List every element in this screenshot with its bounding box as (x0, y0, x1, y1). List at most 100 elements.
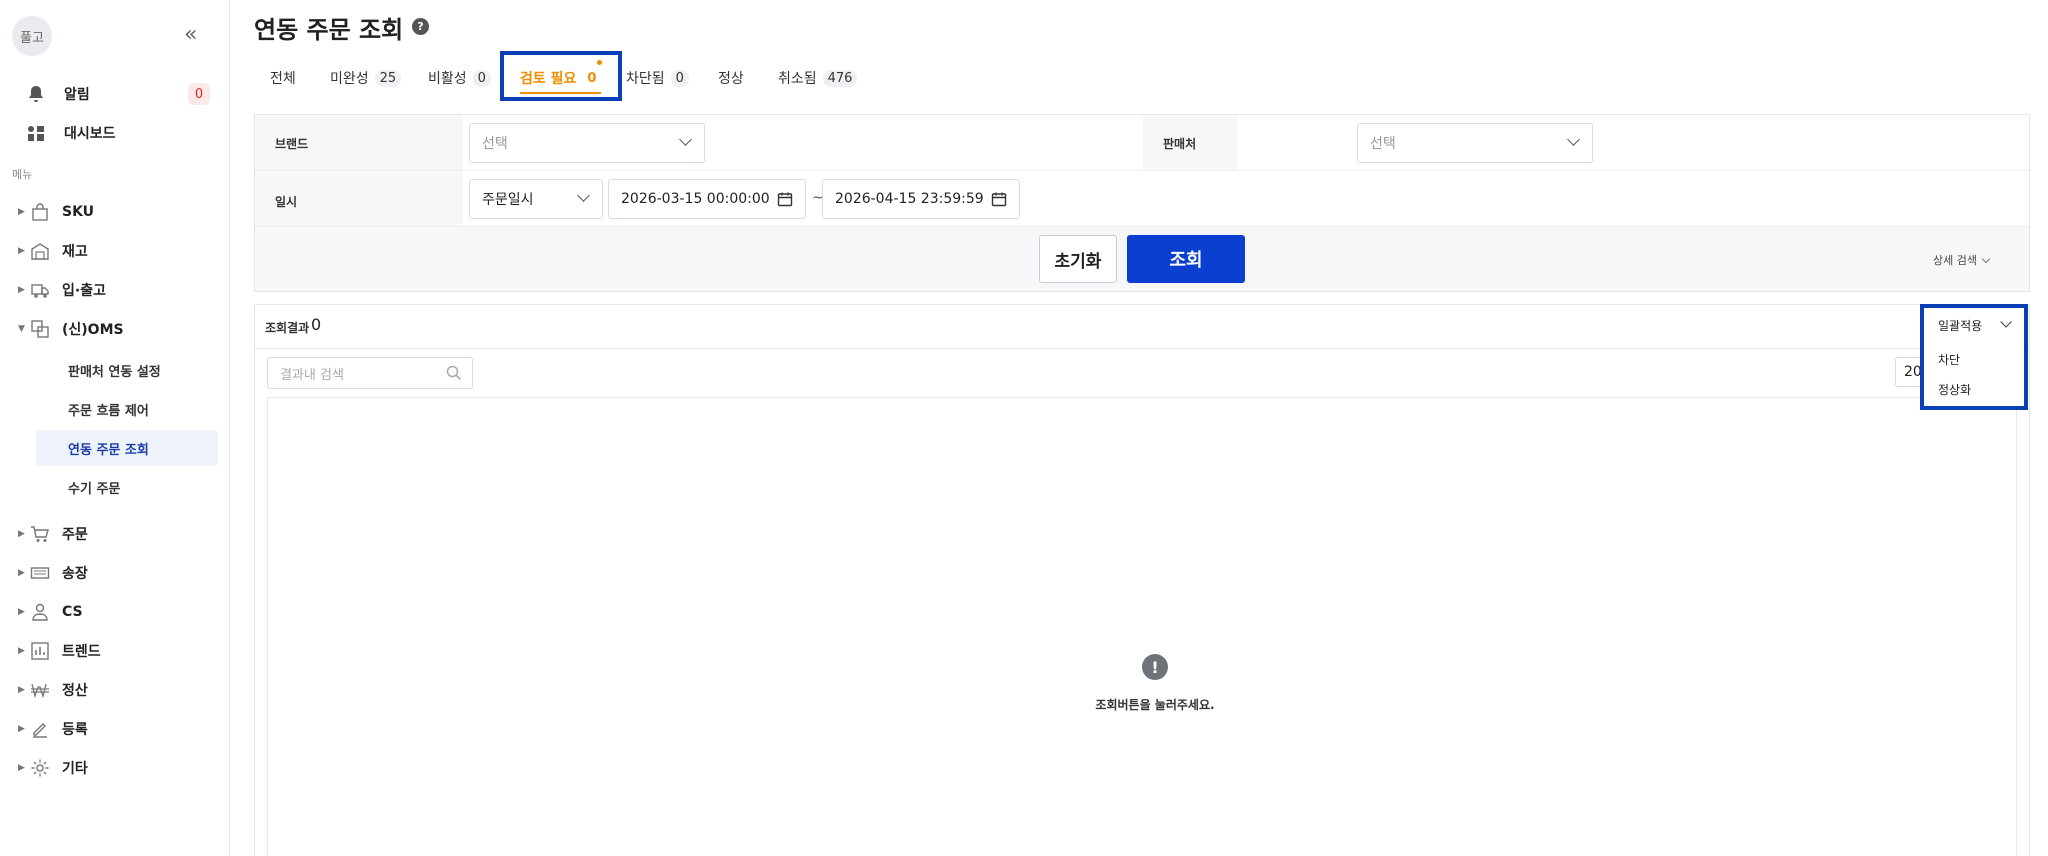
detail-search-toggle[interactable]: 상세 검색 (1933, 252, 1991, 268)
date-type-select[interactable]: 주문일시 (469, 179, 603, 219)
brand-select[interactable]: 선택 (469, 123, 705, 163)
bulk-apply-label: 일괄적용 (1938, 318, 1983, 333)
date-from-value: 2026-03-15 00:00:00 (621, 191, 770, 207)
menu-caption: 메뉴 (12, 168, 33, 181)
sidebar-item-label: 등록 (62, 722, 88, 738)
sync-icon (31, 320, 49, 338)
sidebar-item-invoice[interactable]: ▶ 송장 (0, 555, 230, 591)
bulk-apply-button[interactable]: 일괄적용 (1922, 306, 2026, 344)
tab-label: 검토 필요 (520, 71, 577, 87)
sidebar-item-alarm[interactable]: 알림 0 (0, 76, 230, 112)
search-button[interactable]: 조회 (1127, 235, 1245, 283)
chevron-down-icon (577, 189, 590, 202)
chevron-down-icon (2000, 316, 2012, 328)
date-label: 일시 (275, 195, 298, 209)
caret-down-icon: ▼ (18, 324, 25, 334)
dashboard-icon (28, 126, 44, 141)
sidebar-item-settlement[interactable]: ▶ 정산 (0, 672, 230, 708)
collapse-sidebar-icon[interactable]: « (184, 22, 197, 47)
sidebar-item-label: 송장 (62, 566, 88, 582)
tab-count: 0 (587, 70, 597, 86)
tab-all[interactable]: 전체 (270, 56, 296, 100)
bag-icon (32, 203, 48, 221)
caret-right-icon: ▶ (18, 285, 25, 295)
sidebar-item-inout[interactable]: ▶ 입·출고 (0, 272, 230, 308)
sidebar-sub-seller-link-settings[interactable]: 판매처 연동 설정 (36, 352, 218, 388)
calendar-icon[interactable] (991, 191, 1007, 207)
tab-review-needed[interactable]: 검토 필요 0 (520, 56, 602, 100)
sidebar-item-inventory[interactable]: ▶ 재고 (0, 233, 230, 269)
caret-right-icon: ▶ (18, 685, 25, 695)
sidebar-item-label: CS (62, 604, 83, 620)
sidebar-item-etc[interactable]: ▶ 기타 (0, 750, 230, 786)
tab-count: 25 (374, 69, 402, 87)
sidebar-sub-manual-order[interactable]: 수기 주문 (36, 469, 218, 505)
chevron-down-icon (1981, 254, 1991, 263)
sidebar-item-label: (신)OMS (62, 322, 124, 338)
caret-right-icon: ▶ (18, 763, 25, 773)
filter-row-brand: 브랜드 선택 판매처 선택 (255, 115, 2029, 171)
calendar-icon[interactable] (777, 191, 793, 207)
tab-label: 차단됨 (626, 71, 665, 87)
alarm-count-badge: 0 (188, 83, 210, 105)
sidebar-sub-linked-order-lookup[interactable]: 연동 주문 조회 (36, 430, 218, 466)
sidebar-item-sku[interactable]: ▶ SKU (0, 194, 230, 230)
sidebar-item-label: 입·출고 (62, 283, 106, 299)
caret-right-icon: ▶ (18, 646, 25, 656)
empty-message: 조회버튼을 눌러주세요. (1095, 698, 1215, 712)
tab-label: 비활성 (428, 71, 467, 87)
seller-select[interactable]: 선택 (1357, 123, 1593, 163)
date-to-input[interactable]: 2026-04-15 23:59:59 (822, 179, 1020, 219)
sidebar-item-orders[interactable]: ▶ 주문 (0, 516, 230, 552)
cart-icon (31, 526, 49, 542)
sidebar-item-label: 기타 (62, 761, 88, 777)
tab-cancelled[interactable]: 취소됨 476 (778, 56, 858, 100)
chevron-down-icon (679, 133, 692, 146)
help-icon[interactable]: ? (412, 18, 429, 35)
date-from-input[interactable]: 2026-03-15 00:00:00 (608, 179, 806, 219)
sidebar-item-trend[interactable]: ▶ 트렌드 (0, 633, 230, 669)
brand-select-value: 선택 (482, 136, 508, 152)
date-type-value: 주문일시 (482, 192, 534, 208)
result-search-input[interactable]: 결과내 검색 (267, 357, 473, 389)
sidebar-item-label: 정산 (62, 683, 88, 699)
pencil-icon (33, 723, 47, 738)
bulk-option-normalize[interactable]: 정상화 (1922, 374, 2026, 404)
bell-icon (29, 86, 43, 102)
brand-label: 브랜드 (275, 137, 309, 151)
sidebar-item-label: 알림 (64, 87, 90, 103)
results-label: 조회결과 (265, 321, 310, 335)
tab-count: 0 (472, 69, 491, 87)
seller-select-value: 선택 (1370, 136, 1396, 152)
tab-label: 취소됨 (778, 71, 817, 87)
sidebar-item-register[interactable]: ▶ 등록 (0, 711, 230, 747)
tab-blocked[interactable]: 차단됨 0 (626, 56, 689, 100)
tab-inactive[interactable]: 비활성 0 (428, 56, 491, 100)
search-icon[interactable] (446, 365, 462, 381)
tab-label: 미완성 (330, 71, 369, 87)
tab-normal[interactable]: 정상 (718, 56, 744, 100)
results-grid: ! 조회버튼을 눌러주세요. (267, 397, 2017, 856)
sidebar-item-label: 트렌드 (62, 644, 101, 660)
sidebar-item-label: 재고 (62, 244, 88, 260)
sidebar-item-cs[interactable]: ▶ CS (0, 594, 230, 630)
chevron-down-icon (1567, 133, 1580, 146)
reset-button[interactable]: 초기화 (1039, 235, 1117, 283)
exclamation-icon: ! (1142, 654, 1168, 680)
bulk-option-block[interactable]: 차단 (1922, 344, 2026, 374)
results-count: 0 (311, 315, 322, 334)
bulk-apply-dropdown: 일괄적용 차단 정상화 (1922, 306, 2026, 408)
sidebar-sub-order-flow-control[interactable]: 주문 흐름 제어 (36, 391, 218, 427)
caret-right-icon: ▶ (18, 246, 25, 256)
result-search-placeholder: 결과내 검색 (280, 367, 344, 383)
sidebar-item-dashboard[interactable]: 대시보드 (0, 115, 230, 151)
sidebar: 풀고 « 알림 0 대시보드 메뉴 ▶ SKU ▶ 재고 ▶ 입·출고 ▼ (신… (0, 0, 230, 856)
date-to-value: 2026-04-15 23:59:59 (835, 191, 984, 207)
avatar[interactable]: 풀고 (12, 16, 52, 56)
tab-incomplete[interactable]: 미완성 25 (330, 56, 402, 100)
won-icon (31, 683, 49, 699)
tab-label: 전체 (270, 71, 296, 87)
keyboard-icon (30, 567, 50, 579)
filter-row-date: 일시 주문일시 2026-03-15 00:00:00 ~ 2026-04-15… (255, 171, 2029, 227)
sidebar-item-oms[interactable]: ▼ (신)OMS (0, 311, 230, 347)
